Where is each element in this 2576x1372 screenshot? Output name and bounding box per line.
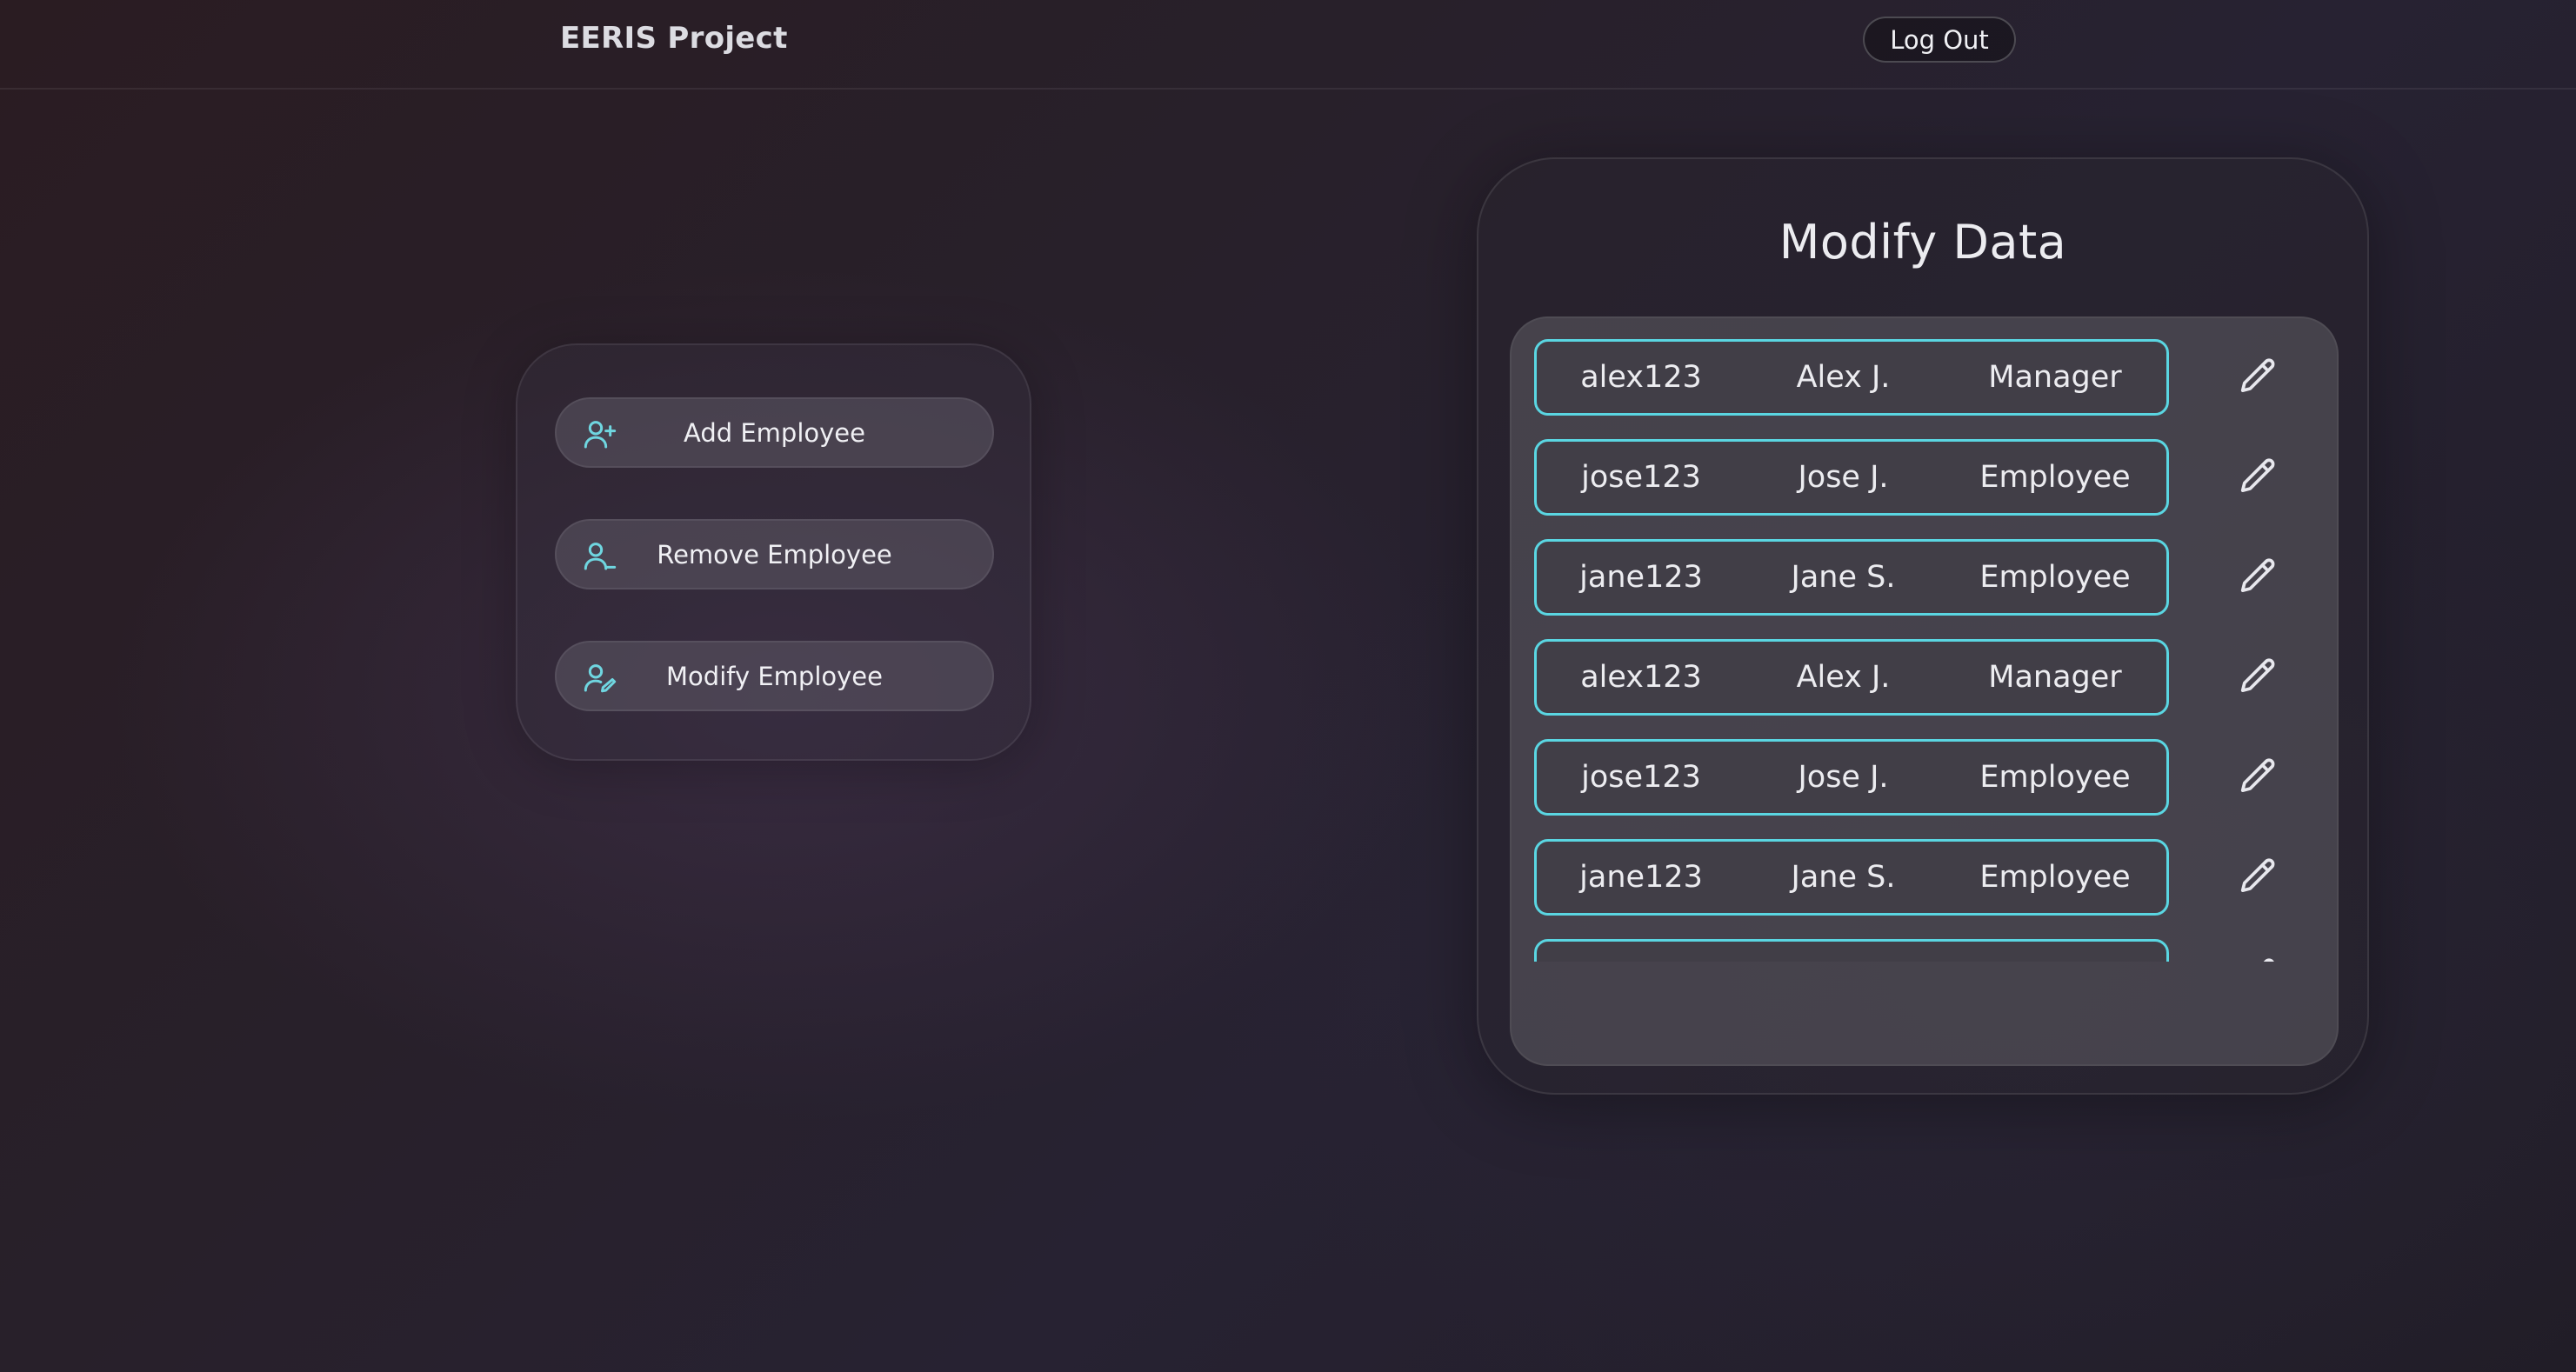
pencil-icon[interactable] (2235, 555, 2280, 600)
logout-button[interactable]: Log Out (1863, 17, 2016, 63)
remove-employee-button[interactable]: Remove Employee (555, 519, 994, 589)
employee-row[interactable]: jose123 Jose J. Employee (1534, 439, 2169, 516)
employee-list-panel[interactable]: alex123 Alex J. Manager jose123 Jose J. Emplo… (1510, 316, 2339, 1066)
pencil-icon[interactable] (2235, 655, 2280, 700)
top-navbar: EERIS Project Log Out (0, 0, 2576, 90)
employee-username: alex123 (1580, 660, 1702, 695)
pencil-icon[interactable] (2235, 955, 2280, 962)
employee-row[interactable]: alex123 Alex J. Manager (1534, 339, 2169, 416)
employee-username: jane123 (1579, 560, 1703, 595)
user-plus-icon (584, 421, 617, 449)
pencil-icon[interactable] (2235, 455, 2280, 500)
employee-name: Jane S. (1791, 860, 1896, 895)
user-minus-icon (584, 543, 617, 570)
modify-employee-button[interactable]: Modify Employee (555, 641, 994, 711)
employee-role: Employee (1979, 860, 2131, 895)
employee-role: Manager (1988, 360, 2122, 395)
employee-role: Employee (1979, 760, 2131, 795)
employee-name: Jose J. (1798, 460, 1889, 495)
employee-actions-card: Add Employee Remove Employee Modify Empl… (516, 343, 1031, 761)
employee-username: alex123 (1580, 360, 1702, 395)
employee-row[interactable]: alex123 Alex J. Manager (1534, 639, 2169, 716)
add-employee-button[interactable]: Add Employee (555, 397, 994, 468)
employee-list[interactable]: alex123 Alex J. Manager jose123 Jose J. Emplo… (1512, 318, 2340, 962)
employee-role: Manager (1988, 660, 2122, 695)
modify-data-card: Modify Data alex123 Alex J. Manager jose123… (1477, 157, 2369, 1095)
pencil-icon[interactable] (2235, 855, 2280, 900)
employee-role (1941, 942, 2169, 962)
employee-role: Employee (1979, 560, 2131, 595)
employee-row[interactable]: jane123 Jane S. Employee (1534, 839, 2169, 916)
employee-username: jose123 (1581, 460, 1701, 495)
employee-username: jose123 (1581, 760, 1701, 795)
add-employee-label: Add Employee (684, 417, 865, 448)
employee-username (1537, 942, 1745, 962)
employee-name: Jose J. (1798, 760, 1889, 795)
modify-data-title: Modify Data (1779, 215, 2067, 270)
employee-row[interactable] (1534, 939, 2169, 962)
pencil-icon[interactable] (2235, 755, 2280, 800)
employee-row[interactable]: jose123 Jose J. Employee (1534, 739, 2169, 816)
brand-title: EERIS Project (560, 21, 788, 56)
employee-username: jane123 (1579, 860, 1703, 895)
user-edit-icon (584, 664, 617, 693)
remove-employee-label: Remove Employee (657, 539, 892, 569)
employee-name (1745, 942, 1941, 962)
modify-employee-label: Modify Employee (666, 661, 883, 691)
employee-name: Jane S. (1791, 560, 1896, 595)
pencil-icon[interactable] (2235, 355, 2280, 400)
employee-role: Employee (1979, 460, 2131, 495)
employee-name: Alex J. (1796, 360, 1891, 395)
employee-name: Alex J. (1796, 660, 1891, 695)
employee-row[interactable]: jane123 Jane S. Employee (1534, 539, 2169, 616)
